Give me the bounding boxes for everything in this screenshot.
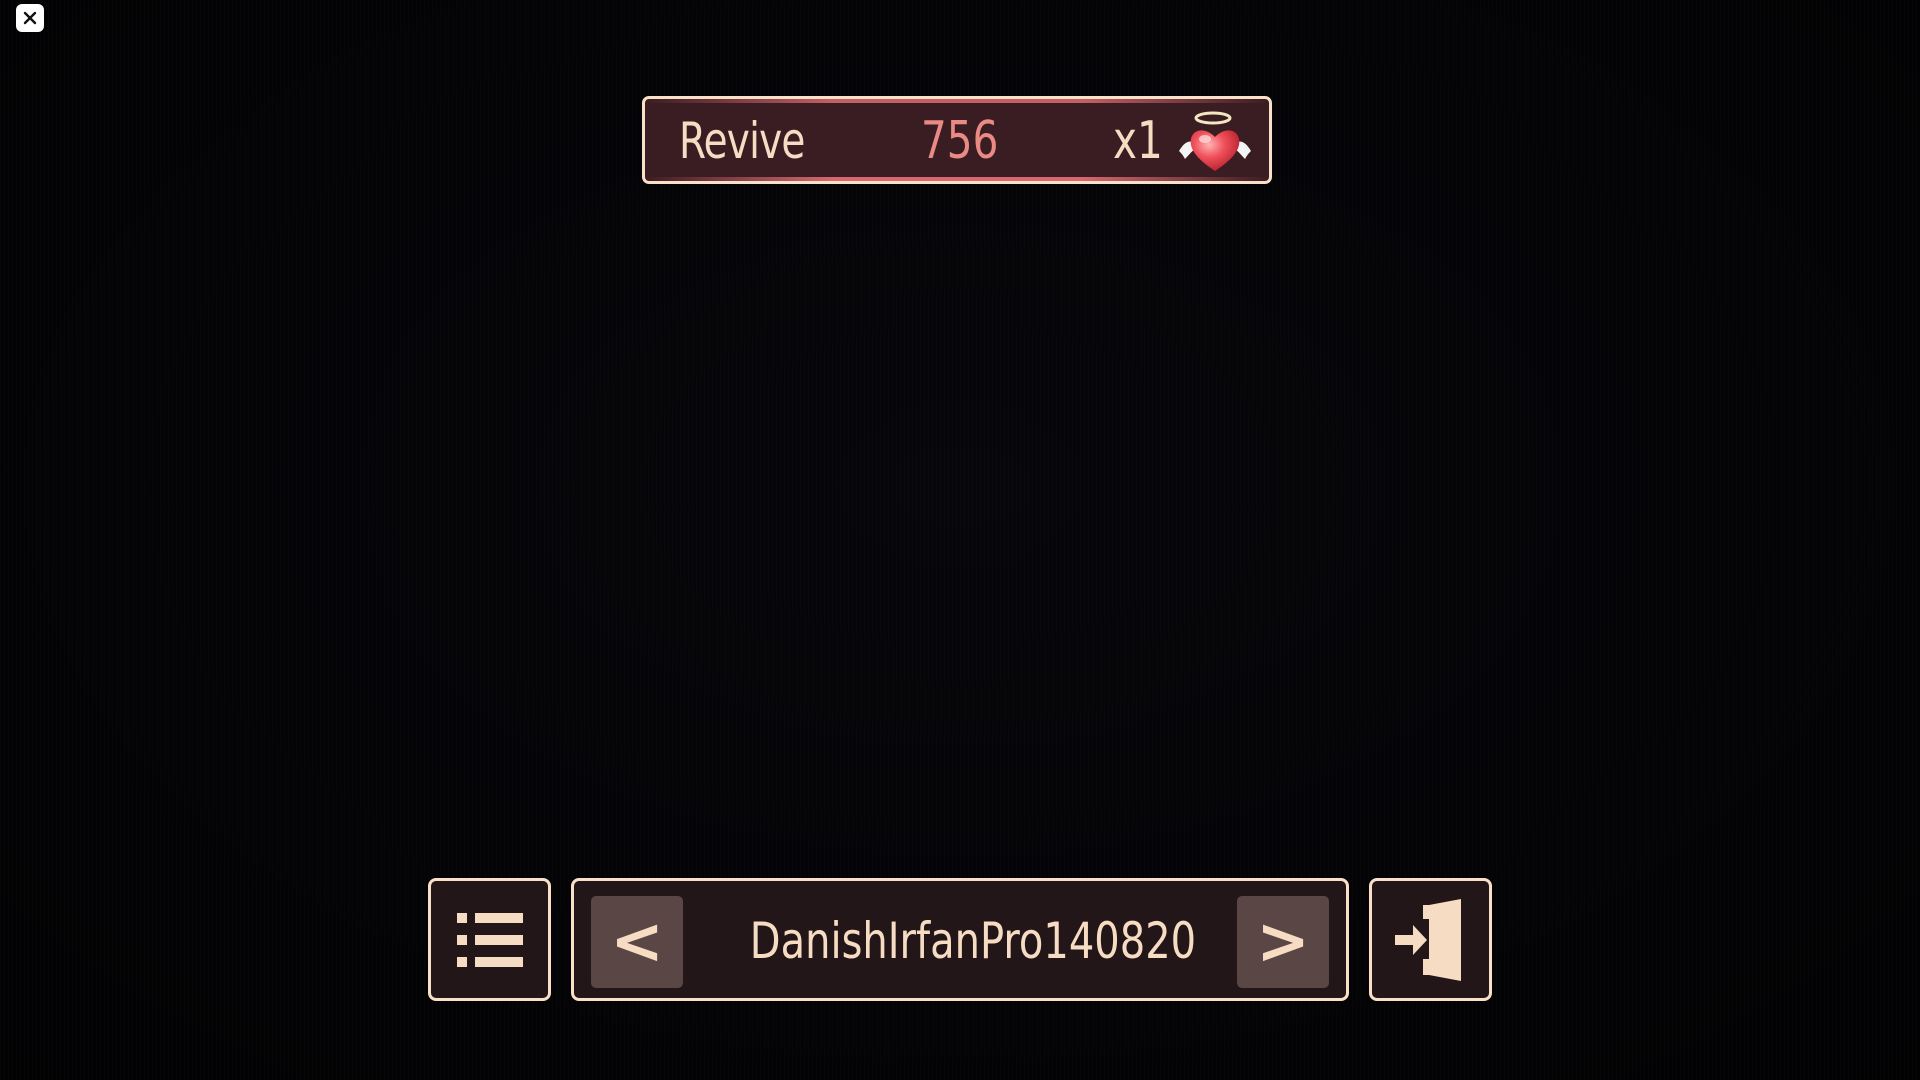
banner-glow-top (645, 99, 1269, 103)
player-name: DanishIrfanPro140820 (694, 911, 1226, 971)
menu-button[interactable] (428, 878, 551, 1001)
revive-banner[interactable]: Revive 756 x1 (642, 96, 1272, 184)
winged-heart-halo-icon (1179, 111, 1251, 171)
chevron-left-icon: < (610, 905, 664, 979)
revive-count: x1 (1113, 111, 1163, 171)
chevron-right-icon: > (1256, 905, 1310, 979)
list-icon (456, 912, 523, 967)
close-button[interactable] (16, 4, 44, 32)
player-selector: < DanishIrfanPro140820 > (571, 878, 1349, 1001)
close-icon (23, 11, 37, 25)
player-name-text: DanishIrfanPro140820 (749, 912, 1197, 970)
banner-glow-bottom (645, 177, 1269, 181)
exit-door-icon (1394, 898, 1461, 981)
exit-button[interactable] (1369, 878, 1492, 1001)
revive-label: Revive (679, 112, 805, 170)
previous-player-button[interactable]: < (591, 896, 683, 988)
revive-cost: 756 (921, 111, 999, 171)
next-player-button[interactable]: > (1237, 896, 1329, 988)
